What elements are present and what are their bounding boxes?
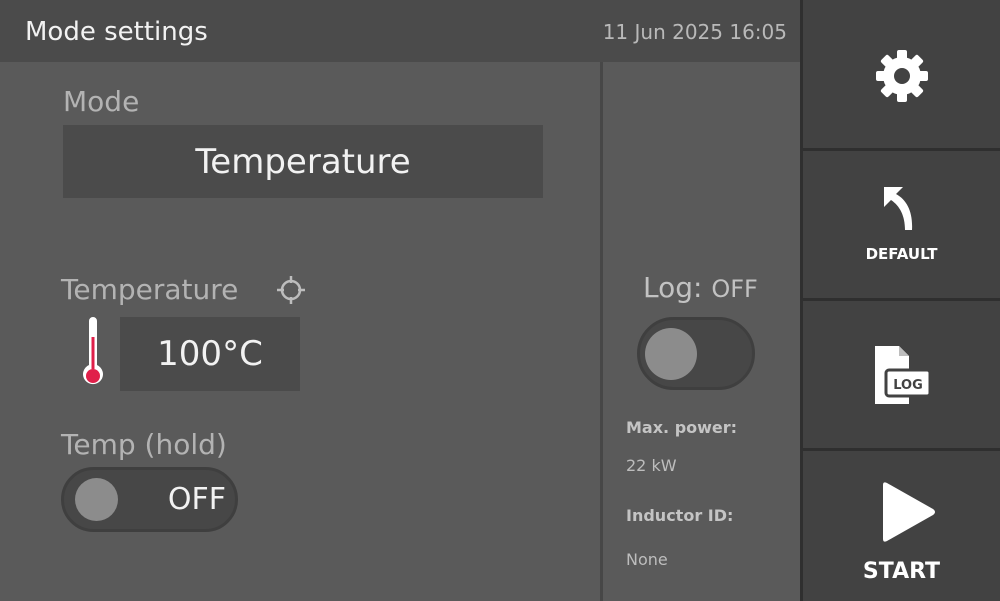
inductor-id-label: Inductor ID: <box>626 506 734 525</box>
settings-button[interactable] <box>803 0 1000 148</box>
log-toggle-knob <box>645 328 697 380</box>
default-label: DEFAULT <box>865 245 938 263</box>
page-title: Mode settings <box>25 17 208 47</box>
log-toggle[interactable] <box>637 317 755 390</box>
undo-arrow-icon <box>884 187 913 230</box>
thermometer-icon <box>83 317 103 385</box>
temp-hold-toggle[interactable]: OFF <box>61 467 238 532</box>
crosshair-icon[interactable] <box>275 274 307 306</box>
play-icon <box>883 482 935 542</box>
max-power-value: 22 kW <box>626 456 677 475</box>
action-sidebar: DEFAULT LOG START <box>800 0 1000 601</box>
panel-divider <box>600 62 603 601</box>
inductor-id-value: None <box>626 550 668 569</box>
log-icon-text: LOG <box>893 378 923 393</box>
temperature-value-field[interactable]: 100°C <box>120 317 300 391</box>
log-label-text: Log: <box>643 271 703 304</box>
temp-hold-toggle-knob <box>75 478 118 521</box>
log-state: OFF <box>711 275 758 303</box>
mode-selector[interactable]: Temperature <box>63 125 543 198</box>
mode-label: Mode <box>63 85 140 118</box>
temp-hold-label: Temp (hold) <box>61 428 227 461</box>
mode-settings-screen: Mode settings 11 Jun 2025 16:05 Mode Tem… <box>0 0 1000 601</box>
log-file-icon: LOG <box>875 346 932 404</box>
header-datetime: 11 Jun 2025 16:05 <box>602 20 787 44</box>
default-button[interactable]: DEFAULT <box>803 151 1000 298</box>
gear-icon <box>876 50 928 102</box>
max-power-label: Max. power: <box>626 418 738 437</box>
temp-hold-state: OFF <box>167 482 226 517</box>
temperature-label: Temperature <box>61 273 239 306</box>
log-button[interactable]: LOG <box>803 301 1000 448</box>
header-bar: Mode settings 11 Jun 2025 16:05 <box>0 0 800 62</box>
start-label: START <box>862 559 941 584</box>
start-button[interactable]: START <box>803 451 1000 601</box>
log-label: Log: OFF <box>643 271 758 306</box>
